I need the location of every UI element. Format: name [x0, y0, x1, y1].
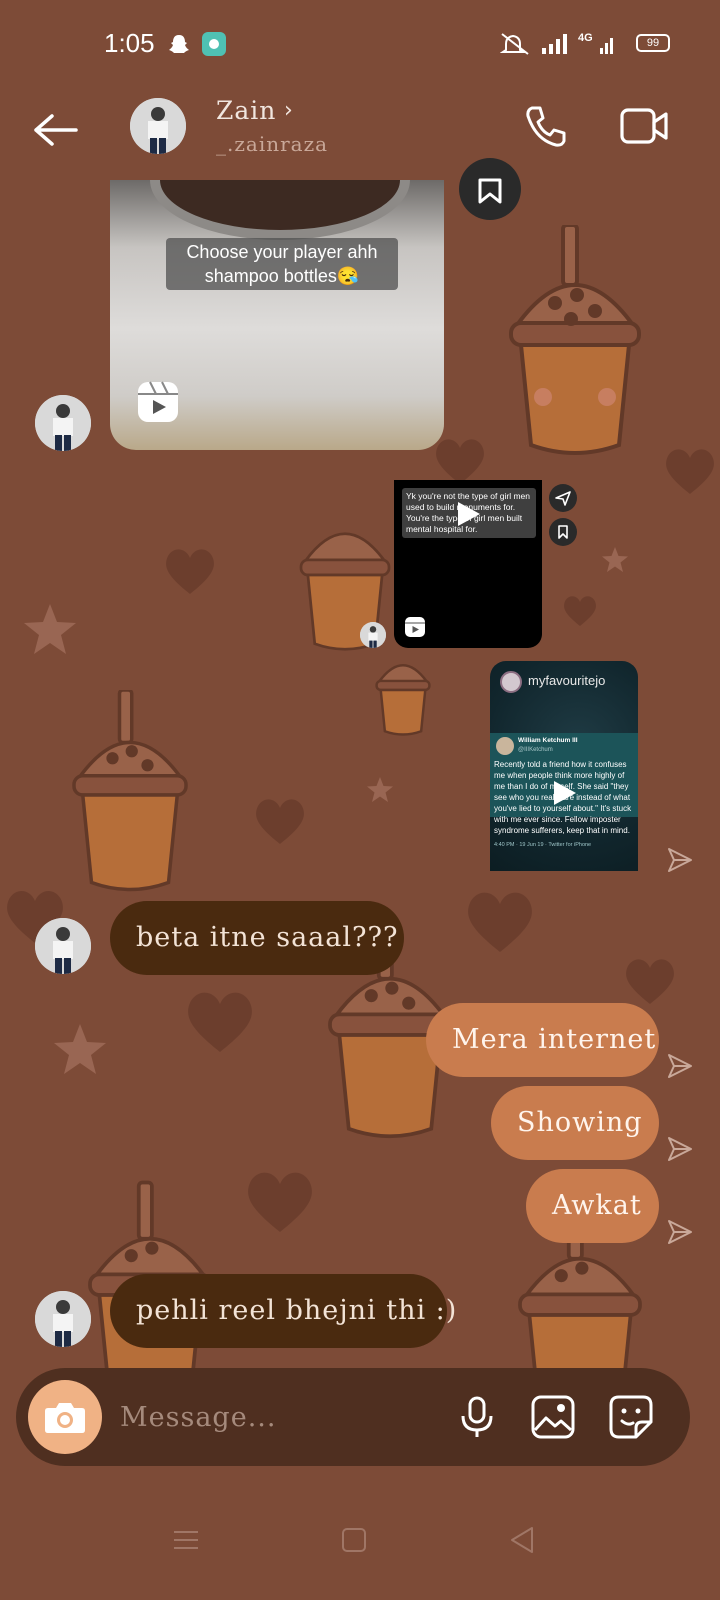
sent-status-icon [668, 1220, 692, 1244]
contact-avatar[interactable] [130, 98, 186, 154]
sticker-icon[interactable] [608, 1394, 654, 1440]
video-camera-icon[interactable] [620, 104, 670, 148]
share-reel-button[interactable] [549, 484, 577, 512]
reel-icon [138, 381, 178, 422]
app-notification-icon [202, 32, 226, 56]
signal-4g-icon: 4G [578, 32, 613, 54]
contact-name[interactable]: Zain [216, 96, 276, 125]
status-time: 1:05 [104, 28, 155, 58]
sender-avatar[interactable] [35, 395, 91, 451]
reel-owner-avatar [500, 671, 522, 693]
sent-status-icon [668, 1054, 692, 1078]
contact-username: _.zainraza [216, 132, 329, 156]
home-icon[interactable] [334, 1520, 374, 1560]
tweet-handle: @IIIKetchum [518, 747, 553, 753]
play-icon [554, 781, 576, 805]
sender-avatar[interactable] [35, 1291, 91, 1347]
system-nav-bar [0, 1490, 720, 1600]
reel-caption: Choose your player ahh shampoo bottles😪 [166, 238, 398, 290]
save-reel-button[interactable] [459, 158, 521, 220]
camera-icon [45, 1403, 85, 1433]
bookmark-icon [558, 525, 568, 539]
snapchat-icon [169, 35, 189, 53]
play-icon [458, 502, 480, 526]
back-icon[interactable] [502, 1520, 542, 1560]
gallery-icon[interactable] [530, 1394, 576, 1440]
microphone-icon[interactable] [454, 1394, 500, 1440]
chevron-right-icon[interactable]: › [284, 98, 293, 123]
reel-message-1[interactable]: Choose your player ahh shampoo bottles😪 [110, 180, 444, 450]
signal-icon [542, 34, 567, 54]
chat-header: Zain › _.zainraza [0, 90, 720, 180]
tweet-meta: 4:40 PM · 19 Jun 19 · Twitter for iPhone [494, 842, 592, 848]
send-icon [555, 491, 571, 506]
svg-text:4G: 4G [578, 32, 593, 44]
sender-avatar[interactable] [360, 622, 386, 648]
reel-message-2[interactable]: Yk you're not the type of girl men used … [394, 480, 542, 648]
phone-icon[interactable] [522, 102, 570, 150]
incoming-message[interactable]: beta itne saaal??? [110, 901, 404, 975]
incoming-message[interactable]: pehli reel bhejni thi :) [110, 1274, 456, 1348]
sent-status-icon [668, 1137, 692, 1161]
reel-icon [405, 617, 425, 637]
outgoing-message[interactable]: Awkat [526, 1169, 659, 1243]
outgoing-message[interactable]: Mera internet [426, 1003, 659, 1077]
bookmark-icon [478, 178, 502, 204]
message-input[interactable] [120, 1392, 440, 1442]
mute-icon [500, 33, 529, 55]
tweet-avatar [496, 737, 514, 755]
reel-message-3[interactable]: myfavouritejo William Ketchum III @IIIKe… [490, 661, 638, 871]
camera-button[interactable] [28, 1380, 102, 1454]
reel-owner-name: myfavouritejo [528, 673, 606, 688]
menu-icon[interactable] [166, 1520, 206, 1560]
tweet-author: William Ketchum III [518, 737, 578, 744]
message-composer [16, 1368, 690, 1466]
outgoing-message[interactable]: Showing [491, 1086, 659, 1160]
save-reel-button[interactable] [549, 518, 577, 546]
reel-thumbnail [150, 180, 410, 240]
battery-indicator: 99 [636, 34, 670, 52]
sender-avatar[interactable] [35, 918, 91, 974]
status-bar: 1:05 4G 99 [0, 0, 720, 90]
back-arrow-icon[interactable] [30, 110, 80, 150]
sent-status-icon [668, 848, 692, 872]
